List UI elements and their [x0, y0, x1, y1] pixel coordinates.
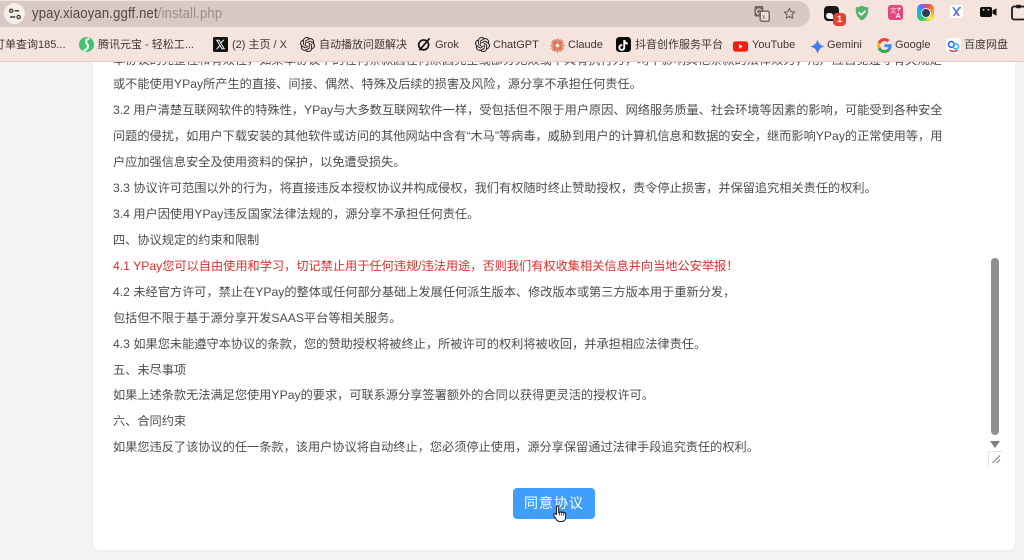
svg-text:A: A: [896, 13, 901, 20]
svg-text:x: x: [762, 14, 766, 21]
